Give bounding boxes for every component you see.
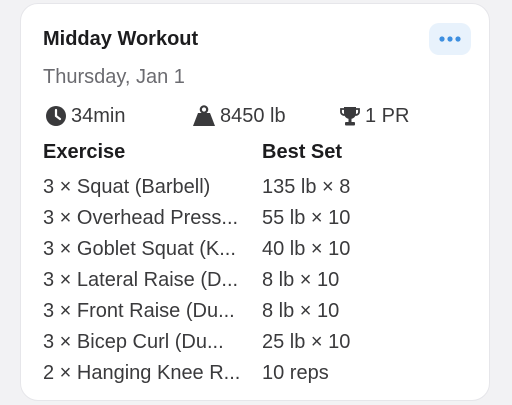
exercise-name: 2 × Hanging Knee R...: [43, 362, 241, 384]
exercise-row: 3 × Front Raise (Du... 8 lb × 10: [21, 296, 489, 327]
exercise-best-set: 25 lb × 10: [262, 331, 351, 353]
workout-stats: 34min 8450 lb 1 PR: [21, 101, 489, 131]
exercise-best-set: 8 lb × 10: [262, 269, 340, 291]
volume-value: 8450 lb: [220, 104, 286, 127]
exercise-name: 3 × Front Raise (Du...: [43, 300, 235, 322]
exercise-name: 3 × Overhead Press...: [43, 207, 239, 229]
weight-icon: [192, 105, 216, 127]
workout-date: Thursday, Jan 1: [43, 66, 185, 88]
workout-title: Midday Workout: [43, 28, 199, 50]
duration-value: 34min: [71, 104, 126, 127]
exercise-row: 3 × Lateral Raise (D... 8 lb × 10: [21, 265, 489, 296]
volume-stat: 8450 lb: [192, 101, 286, 131]
exercise-row: 2 × Hanging Knee R... 10 reps: [21, 358, 489, 389]
workout-card[interactable]: Midday Workout Thursday, Jan 1 34min 845…: [20, 3, 490, 401]
exercise-best-set: 135 lb × 8: [262, 176, 351, 198]
exercise-row: 3 × Squat (Barbell) 135 lb × 8: [21, 172, 489, 203]
exercise-row: 3 × Overhead Press... 55 lb × 10: [21, 203, 489, 234]
pr-stat: 1 PR: [339, 101, 409, 131]
header-best-set: Best Set: [262, 141, 343, 163]
more-horizontal-icon: [439, 36, 461, 42]
exercise-best-set: 55 lb × 10: [262, 207, 351, 229]
clock-icon: [45, 105, 67, 127]
exercise-name: 3 × Lateral Raise (D...: [43, 269, 239, 291]
exercise-row: 3 × Bicep Curl (Du... 25 lb × 10: [21, 327, 489, 358]
exercise-best-set: 8 lb × 10: [262, 300, 340, 322]
exercise-row: 3 × Goblet Squat (K... 40 lb × 10: [21, 234, 489, 265]
header-exercise: Exercise: [43, 141, 126, 163]
exercise-best-set: 40 lb × 10: [262, 238, 351, 260]
exercise-name: 3 × Goblet Squat (K...: [43, 238, 236, 260]
pr-value: 1 PR: [365, 104, 410, 127]
exercise-best-set: 10 reps: [262, 362, 329, 384]
exercise-list: 3 × Squat (Barbell) 135 lb × 8 3 × Overh…: [21, 172, 489, 389]
exercise-name: 3 × Bicep Curl (Du...: [43, 331, 224, 353]
exercise-name: 3 × Squat (Barbell): [43, 176, 211, 198]
more-options-button[interactable]: [429, 23, 471, 55]
duration-stat: 34min: [45, 101, 125, 131]
trophy-icon: [339, 105, 361, 127]
